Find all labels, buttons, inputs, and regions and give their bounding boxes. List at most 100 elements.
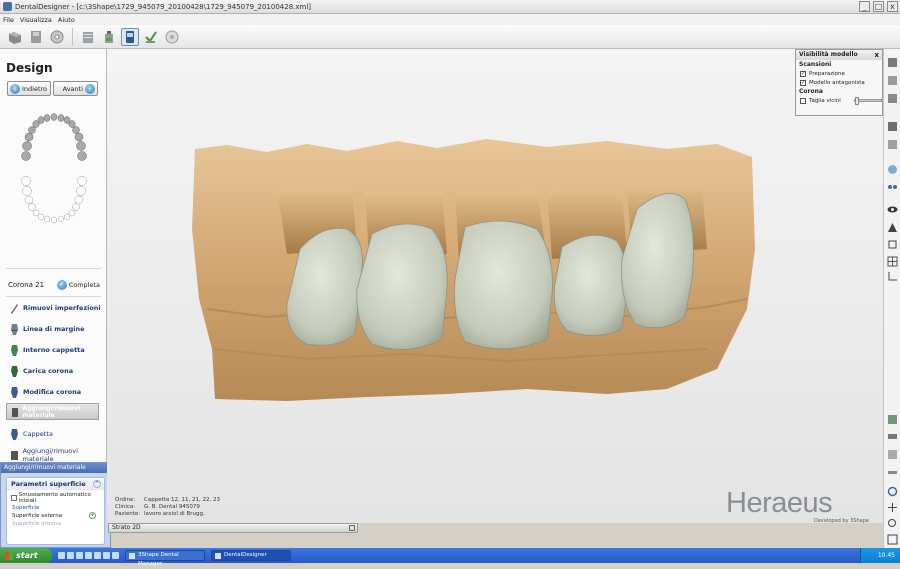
step-remove-imperfections[interactable]: Rimuovi imperfezioni: [10, 301, 101, 315]
grid-icon[interactable]: [887, 256, 898, 267]
layer-2d-bar[interactable]: Strato 2D: [108, 523, 358, 533]
auto-smoothing-option[interactable]: Smussamento automatico iniziali: [7, 492, 104, 504]
app-icon-1[interactable]: [76, 552, 83, 559]
complete-button[interactable]: ✓ Completa: [56, 280, 100, 290]
section-icon[interactable]: [887, 431, 898, 442]
view-bottom-icon[interactable]: [887, 139, 898, 150]
inner-surface-link[interactable]: Superficie interna: [7, 520, 104, 528]
eye-icon[interactable]: [887, 204, 898, 215]
preparation-option[interactable]: ✓ Preparazione: [796, 69, 882, 78]
step-add-remove-material-active[interactable]: Aggiungi/rimuovi materiale: [6, 403, 99, 420]
fit-icon[interactable]: [887, 534, 898, 545]
tooth-inner-icon: [11, 345, 18, 356]
menu-view[interactable]: Visualizza: [20, 16, 52, 24]
step-load-crown[interactable]: Carica corona: [10, 364, 73, 378]
slider-knob[interactable]: [854, 97, 859, 105]
task-dental-designer[interactable]: DentalDesigner: [211, 550, 291, 561]
3d-viewport[interactable]: Visibilità modello x Scansioni ✓ Prepara…: [107, 49, 883, 523]
rotate-icon[interactable]: [887, 486, 898, 497]
step-label: Interno cappetta: [23, 346, 85, 354]
view-top-icon[interactable]: [887, 121, 898, 132]
plus-icon[interactable]: +: [89, 512, 96, 519]
media-icon[interactable]: [67, 552, 74, 559]
zoom-icon[interactable]: [887, 518, 898, 529]
app-icon-5[interactable]: [112, 552, 119, 559]
app-icon-4[interactable]: [103, 552, 110, 559]
scanner-icon[interactable]: [121, 27, 139, 46]
material-icon: [11, 451, 18, 460]
cut-neighbors-label: Taglia vicini: [809, 97, 841, 104]
visibility-title: Visibilità modello x: [796, 50, 882, 60]
order-icon[interactable]: [79, 28, 97, 46]
app-icon-3[interactable]: [94, 552, 101, 559]
view-left-icon[interactable]: [887, 93, 898, 104]
auto-smoothing-checkbox[interactable]: [11, 494, 17, 501]
cube-icon[interactable]: [887, 239, 898, 250]
bottle-icon[interactable]: [100, 28, 118, 46]
close-icon[interactable]: x: [874, 50, 879, 60]
surface-link[interactable]: Superficie: [7, 504, 104, 512]
model-visibility-panel: Visibilità modello x Scansioni ✓ Prepara…: [795, 49, 883, 116]
menu-help[interactable]: Aiuto: [58, 16, 75, 24]
connect-icon[interactable]: [887, 182, 898, 193]
crown-section: Corona: [799, 88, 823, 95]
shade-icon[interactable]: [887, 222, 898, 233]
antagonist-option[interactable]: ✓ Modello antagonista: [796, 78, 882, 87]
collapse-icon[interactable]: ^: [93, 480, 101, 488]
view-back-icon[interactable]: [887, 75, 898, 86]
start-button[interactable]: start: [0, 548, 52, 563]
cut-neighbors-option[interactable]: Taglia vicini: [796, 96, 882, 105]
step-label: Cappetta: [23, 430, 53, 438]
transparency-icon[interactable]: [887, 164, 898, 175]
app-icon-2[interactable]: [85, 552, 92, 559]
maximize-button[interactable]: □: [873, 1, 884, 12]
close-button[interactable]: x: [887, 1, 898, 12]
expand-icon[interactable]: [349, 525, 355, 531]
step-coping[interactable]: Cappetta: [10, 427, 53, 441]
dental-model[interactable]: [107, 49, 883, 523]
minimize-button[interactable]: _: [859, 1, 870, 12]
surface-params-header[interactable]: Parametri superficie ^: [7, 478, 104, 490]
order-key: Ordine:: [115, 497, 136, 503]
arrow-right-icon: ›: [85, 83, 95, 94]
step-add-remove-material[interactable]: Aggiungi/rimuovi materiale: [10, 447, 106, 463]
check-icon[interactable]: [142, 28, 160, 46]
cd-icon[interactable]: [163, 28, 181, 46]
layer-label: Strato 2D: [112, 524, 141, 531]
section-label: Parametri superficie: [11, 480, 86, 488]
crown-label: Corona 21: [8, 281, 45, 289]
pan-icon[interactable]: [887, 502, 898, 513]
step-modify-crown[interactable]: Modifica corona: [10, 385, 81, 399]
measure-icon[interactable]: [887, 449, 898, 460]
preparation-checkbox[interactable]: ✓: [800, 70, 806, 77]
next-label: Avanti: [62, 84, 83, 93]
tooth-view-icon[interactable]: [887, 414, 898, 425]
antagonist-checkbox[interactable]: ✓: [800, 79, 806, 86]
step-coping-inner[interactable]: Interno cappetta: [10, 343, 85, 357]
check-circle-icon: ✓: [56, 280, 67, 290]
start-label: start: [16, 551, 38, 560]
transparency-slider[interactable]: [853, 97, 882, 105]
outer-surface-link[interactable]: Superficie esterna +: [7, 512, 104, 520]
open-icon[interactable]: [6, 28, 24, 46]
cut-neighbors-checkbox[interactable]: [800, 97, 806, 104]
menu-file[interactable]: File: [3, 16, 14, 24]
view-front-icon[interactable]: [887, 57, 898, 68]
folder-icon[interactable]: [58, 552, 65, 559]
tooth-chart[interactable]: [14, 111, 94, 231]
arrow-left-icon: ‹: [10, 83, 20, 94]
step-label: Linea di margine: [23, 325, 85, 333]
next-button[interactable]: Avanti ›: [53, 81, 98, 96]
axis-icon[interactable]: [887, 271, 898, 282]
material-tool-panel: Aggiungi/rimuovi materiale Parametri sup…: [0, 462, 111, 548]
back-button[interactable]: ‹ Indietro: [7, 81, 51, 96]
task-dental-manager[interactable]: 3Shape Dental Manager: [125, 550, 205, 567]
crown-load-icon: [11, 366, 18, 377]
main-toolbar: [0, 25, 900, 49]
save-icon[interactable]: [27, 28, 45, 46]
disc-icon[interactable]: [48, 28, 66, 46]
distance-icon[interactable]: [887, 467, 898, 478]
step-margin-line[interactable]: Linea di margine: [10, 322, 84, 336]
crown-selector: Corona 21 ✓ Completa: [8, 280, 100, 290]
task-label: 3Shape Dental Manager: [138, 552, 179, 567]
